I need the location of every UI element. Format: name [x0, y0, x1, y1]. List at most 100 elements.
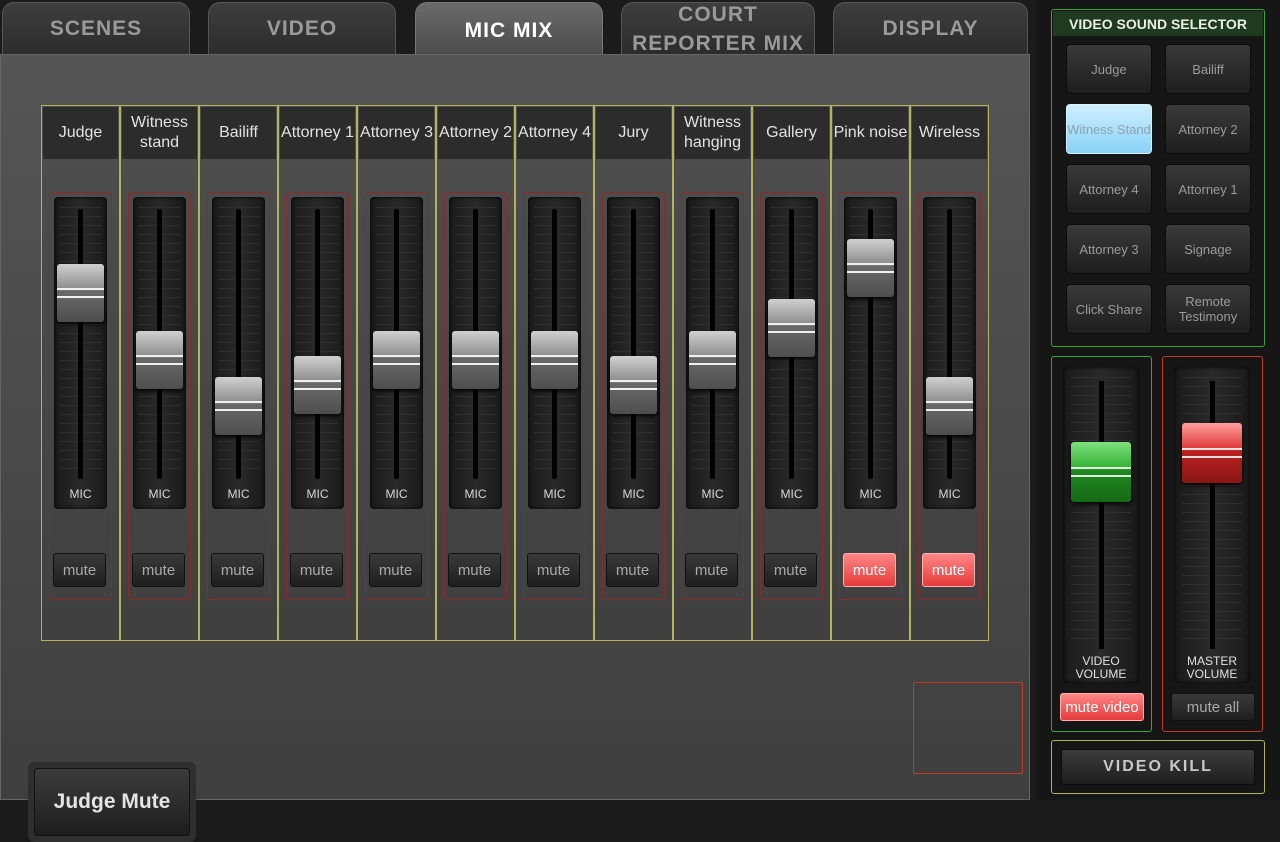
fader-knob[interactable]	[373, 331, 420, 389]
channel-mute-button[interactable]: mute	[290, 553, 343, 587]
fader-tag: MIC	[227, 487, 250, 501]
video-volume-knob[interactable]	[1071, 442, 1131, 502]
judge-mute-button[interactable]: Judge Mute	[34, 768, 190, 836]
tab-bar: SCENES VIDEO MIC MIX COURT REPORTER MIX …	[0, 0, 1030, 58]
video-volume-panel: VIDEO VOLUME mute video	[1051, 356, 1152, 732]
channel-mute-button[interactable]: mute	[764, 553, 817, 587]
fader-tag: MIC	[938, 487, 961, 501]
channel-control-box: MIC mute	[286, 192, 349, 600]
fader-knob[interactable]	[531, 331, 578, 389]
tab-video[interactable]: VIDEO	[208, 2, 396, 54]
channel-strip: Attorney 1 MIC mute	[278, 105, 357, 641]
fader-track	[631, 209, 636, 479]
channel-fader[interactable]: MIC	[923, 197, 976, 509]
video-source-button[interactable]: Attorney 1	[1165, 164, 1251, 214]
channel-fader[interactable]: MIC	[212, 197, 265, 509]
video-sound-selector-title: VIDEO SOUND SELECTOR	[1053, 11, 1263, 36]
channel-mute-button[interactable]: mute	[685, 553, 738, 587]
video-source-button[interactable]: Judge	[1066, 44, 1152, 94]
channel-fader[interactable]: MIC	[291, 197, 344, 509]
judge-mute-frame: Judge Mute	[28, 762, 196, 842]
channel-strip: Pink noise MIC mute	[831, 105, 910, 641]
channel-mute-button[interactable]: mute	[527, 553, 580, 587]
channel-label: Judge	[43, 107, 118, 159]
channel-label: Pink noise	[833, 107, 908, 159]
channel-label: Attorney 1	[280, 107, 355, 159]
fader-track	[236, 209, 241, 479]
channel-mute-button[interactable]: mute	[132, 553, 185, 587]
tab-mic-mix[interactable]: MIC MIX	[415, 2, 603, 58]
channel-control-box: MIC mute	[207, 192, 270, 600]
video-source-button[interactable]: Witness Stand	[1066, 104, 1152, 154]
tab-court-reporter-mix[interactable]: COURT REPORTER MIX	[621, 2, 815, 55]
channel-fader[interactable]: MIC	[686, 197, 739, 509]
channel-mute-button[interactable]: mute	[369, 553, 422, 587]
fader-track	[947, 209, 952, 479]
channel-label: Witness hanging	[675, 107, 750, 159]
fader-knob[interactable]	[847, 239, 894, 297]
mic-mix-panel: Judge MIC mute Witness stand MIC mute Bailiff M…	[0, 54, 1030, 842]
video-source-button[interactable]: Remote Testimony	[1165, 284, 1251, 334]
master-volume-fader[interactable]: MASTER VOLUME	[1174, 367, 1250, 683]
mute-all-button[interactable]: mute all	[1171, 693, 1255, 721]
fader-tag: MIC	[543, 487, 566, 501]
channel-control-box: MIC mute	[839, 192, 902, 600]
video-kill-frame: VIDEO KILL	[1051, 740, 1265, 794]
fader-knob[interactable]	[610, 356, 657, 414]
fader-tag: MIC	[148, 487, 171, 501]
channel-mute-button[interactable]: mute	[211, 553, 264, 587]
channel-control-box: MIC mute	[444, 192, 507, 600]
channel-fader[interactable]: MIC	[370, 197, 423, 509]
channel-fader[interactable]: MIC	[607, 197, 660, 509]
video-source-button[interactable]: Bailiff	[1165, 44, 1251, 94]
video-source-button[interactable]: Attorney 4	[1066, 164, 1152, 214]
video-source-button[interactable]: Click Share	[1066, 284, 1152, 334]
fader-knob[interactable]	[926, 377, 973, 435]
video-volume-fader[interactable]: VIDEO VOLUME	[1063, 367, 1139, 683]
channel-control-box: MIC mute	[681, 192, 744, 600]
video-sound-selector: VIDEO SOUND SELECTOR Judge Bailiff Witness…	[1051, 9, 1265, 347]
mute-video-button[interactable]: mute video	[1060, 693, 1144, 721]
fader-knob[interactable]	[215, 377, 262, 435]
channel-fader[interactable]: MIC	[528, 197, 581, 509]
master-volume-panel: MASTER VOLUME mute all	[1162, 356, 1263, 732]
fader-knob[interactable]	[768, 299, 815, 357]
channel-strip: Gallery MIC mute	[752, 105, 831, 641]
channel-fader[interactable]: MIC	[449, 197, 502, 509]
video-source-button[interactable]: Attorney 3	[1066, 224, 1152, 274]
channel-mute-button[interactable]: mute	[922, 553, 975, 587]
video-source-button[interactable]: Signage	[1165, 224, 1251, 274]
channel-mute-button[interactable]: mute	[606, 553, 659, 587]
video-kill-button[interactable]: VIDEO KILL	[1061, 749, 1255, 785]
channel-mute-button[interactable]: mute	[448, 553, 501, 587]
channel-label: Wireless	[912, 107, 987, 159]
channel-fader[interactable]: MIC	[54, 197, 107, 509]
fader-track	[315, 209, 320, 479]
master-volume-track	[1210, 381, 1215, 649]
fader-knob[interactable]	[689, 331, 736, 389]
fader-knob[interactable]	[294, 356, 341, 414]
channel-fader[interactable]: MIC	[844, 197, 897, 509]
channel-strip: Attorney 2 MIC mute	[436, 105, 515, 641]
fader-knob[interactable]	[452, 331, 499, 389]
master-volume-knob[interactable]	[1182, 423, 1242, 483]
channel-mute-button[interactable]: mute	[843, 553, 896, 587]
empty-status-box	[913, 682, 1023, 774]
channel-label: Jury	[596, 107, 671, 159]
fader-knob[interactable]	[57, 264, 104, 322]
channel-mute-button[interactable]: mute	[53, 553, 106, 587]
channel-fader[interactable]: MIC	[765, 197, 818, 509]
video-volume-label: VIDEO VOLUME	[1075, 654, 1127, 681]
fader-knob[interactable]	[136, 331, 183, 389]
video-source-button[interactable]: Attorney 2	[1165, 104, 1251, 154]
channel-strip: Jury MIC mute	[594, 105, 673, 641]
fader-tag: MIC	[701, 487, 724, 501]
channel-strip: Wireless MIC mute	[910, 105, 989, 641]
channel-strip: Witness stand MIC mute	[120, 105, 199, 641]
channel-strip: Bailiff MIC mute	[199, 105, 278, 641]
channel-label: Attorney 3	[359, 107, 434, 159]
tab-scenes[interactable]: SCENES	[2, 2, 190, 54]
tab-display[interactable]: DISPLAY	[833, 2, 1028, 54]
channel-fader[interactable]: MIC	[133, 197, 186, 509]
fader-tag: MIC	[859, 487, 882, 501]
